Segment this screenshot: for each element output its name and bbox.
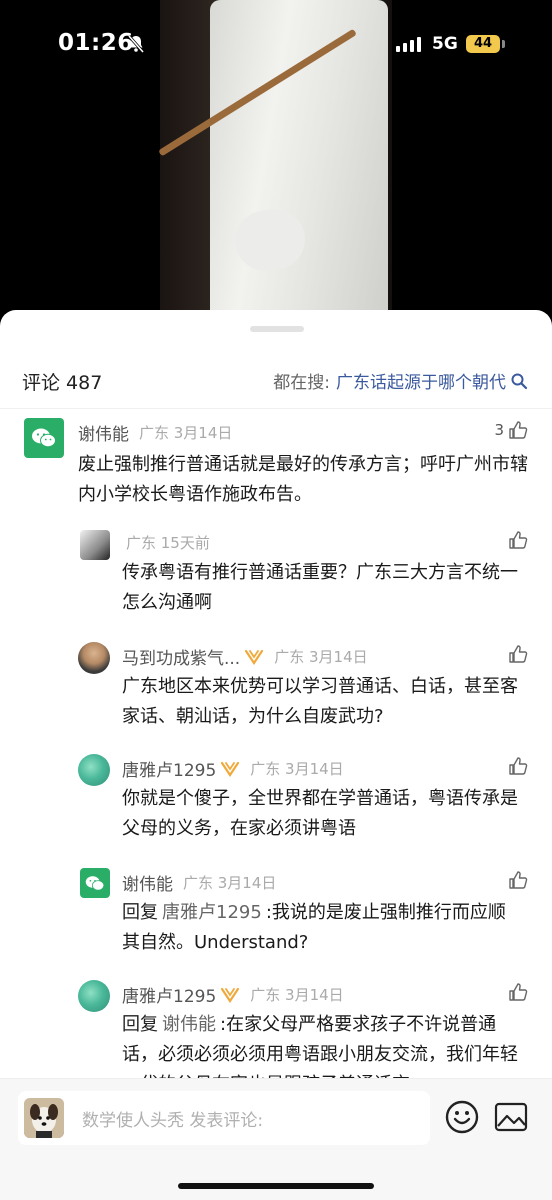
comments-header: 评论 487 都在搜: 广东话起源于哪个朝代 xyxy=(0,360,552,404)
like-button[interactable] xyxy=(504,982,528,1002)
comment-meta: 广东 15天前 xyxy=(126,534,210,552)
comment-item: 谢伟能 广东 3月14日 3 废止强制推行普通话就是最好的传承方言；呼吁广州市辖… xyxy=(0,410,552,520)
comment-list[interactable]: 谢伟能 广东 3月14日 3 废止强制推行普通话就是最好的传承方言；呼吁广州市辖… xyxy=(0,410,552,1078)
search-suggestion[interactable]: 都在搜: 广东话起源于哪个朝代 xyxy=(273,368,528,393)
thumbs-up-icon xyxy=(509,983,528,1001)
comment-username[interactable]: 马到功成紫气... xyxy=(122,644,240,669)
comment-text: 你就是个傻子，全世界都在学普通话，粤语传承是父母的义务，在家必须讲粤语 xyxy=(122,788,518,839)
comment-meta: 广东 3月14日 xyxy=(250,986,344,1004)
comment-username[interactable]: 谢伟能 xyxy=(78,420,129,445)
user-avatar[interactable] xyxy=(78,754,110,786)
reply-item: 马到功成紫气... 广东 3月14日 广东地区本来优势可以学习普通话、白话，甚至… xyxy=(0,636,552,746)
user-avatar[interactable] xyxy=(80,530,110,560)
thumbs-up-icon xyxy=(509,645,528,663)
comment-placeholder: 数学使人头秃 发表评论: xyxy=(82,1111,264,1131)
comment-meta: 广东 3月14日 xyxy=(274,648,368,666)
reply-item: 唐雅卢1295 广东 3月14日 你就是个傻子，全世界都在学普通话，粤语传承是父… xyxy=(0,748,552,858)
image-icon[interactable] xyxy=(494,1101,528,1133)
status-time: 01:26 xyxy=(58,30,134,56)
reply-item: 广东 15天前 传承粤语有推行普通话重要？广东三大方言不统一怎么沟通啊 xyxy=(0,522,552,632)
wechat-avatar[interactable] xyxy=(24,418,64,458)
comment-meta: 广东 3月14日 xyxy=(250,760,344,778)
home-indicator xyxy=(178,1183,374,1189)
comment-meta: 广东 3月14日 xyxy=(139,424,233,442)
wechat-avatar[interactable] xyxy=(80,868,110,898)
thumbs-up-icon xyxy=(509,421,528,439)
comment-sheet: 评论 487 都在搜: 广东话起源于哪个朝代 谢伟能 广东 3月14日 3 废止… xyxy=(0,310,552,1200)
comment-input[interactable]: 数学使人头秃 发表评论: xyxy=(18,1091,430,1145)
like-count: 3 xyxy=(494,421,504,439)
network-type: 5G xyxy=(432,34,458,54)
reply-prefix: 回复 xyxy=(122,1014,158,1035)
search-icon xyxy=(511,373,528,389)
comment-count: 评论 487 xyxy=(22,372,103,394)
status-bar: 01:26 5G 44 xyxy=(0,0,552,90)
reply-prefix: 回复 xyxy=(122,902,158,923)
comment-text: 回复 谢伟能:在家父母严格要求孩子不许说普通话，必须必须必须用粤语跟小朋友交流，我… xyxy=(122,1010,528,1078)
emoji-icon[interactable] xyxy=(444,1099,480,1135)
badge-icon xyxy=(221,761,240,777)
comment-username[interactable]: 唐雅卢1295 xyxy=(122,756,216,781)
like-button[interactable]: 3 xyxy=(494,420,528,440)
like-button[interactable] xyxy=(504,756,528,776)
user-avatar[interactable] xyxy=(78,642,110,674)
reply-target[interactable]: 唐雅卢1295 xyxy=(162,902,262,923)
my-avatar xyxy=(24,1098,64,1138)
thumbs-up-icon xyxy=(509,757,528,775)
comment-text: 废止强制推行普通话就是最好的传承方言；呼吁广州市辖内小学校长粤语作施政布告。 xyxy=(78,454,528,505)
battery-icon: 44 xyxy=(466,35,500,53)
wechat-icon xyxy=(85,875,105,891)
reply-item: 谢伟能 广东 3月14日 回复 唐雅卢1295:我说的是废止强制推行而应顺其自然。… xyxy=(0,862,552,972)
signal-icon xyxy=(396,37,421,52)
comment-username[interactable]: 唐雅卢1295 xyxy=(122,982,216,1007)
reply-target[interactable]: 谢伟能 xyxy=(162,1014,216,1035)
comment-username[interactable]: 谢伟能 xyxy=(122,870,173,895)
comment-text: 广东地区本来优势可以学习普通话、白话，甚至客家话、朝汕话，为什么自废武功? xyxy=(122,676,518,727)
battery-tip xyxy=(502,40,505,48)
wechat-icon xyxy=(32,428,56,448)
comment-text: 回复 唐雅卢1295:我说的是废止强制推行而应顺其自然。Understand? xyxy=(122,898,522,958)
user-avatar[interactable] xyxy=(78,980,110,1012)
like-button[interactable] xyxy=(504,530,528,550)
silent-bell-icon xyxy=(127,35,145,53)
comment-text: 传承粤语有推行普通话重要？广东三大方言不统一怎么沟通啊 xyxy=(122,562,518,613)
reply-item: 唐雅卢1295 广东 3月14日 回复 谢伟能:在家父母严格要求孩子不许说普通话，… xyxy=(0,974,552,1078)
badge-icon xyxy=(245,649,264,665)
comment-composer-bar: 数学使人头秃 发表评论: xyxy=(0,1078,552,1200)
header-divider xyxy=(0,408,552,409)
like-button[interactable] xyxy=(504,870,528,890)
comment-meta: 广东 3月14日 xyxy=(183,874,277,892)
thumbs-up-icon xyxy=(509,871,528,889)
search-prefix: 都在搜: xyxy=(273,373,330,393)
dog-avatar-icon xyxy=(24,1098,64,1138)
thumbs-up-icon xyxy=(509,531,528,549)
like-button[interactable] xyxy=(504,644,528,664)
badge-icon xyxy=(221,987,240,1003)
search-keyword[interactable]: 广东话起源于哪个朝代 xyxy=(336,368,506,393)
sheet-grabber[interactable] xyxy=(250,326,304,332)
